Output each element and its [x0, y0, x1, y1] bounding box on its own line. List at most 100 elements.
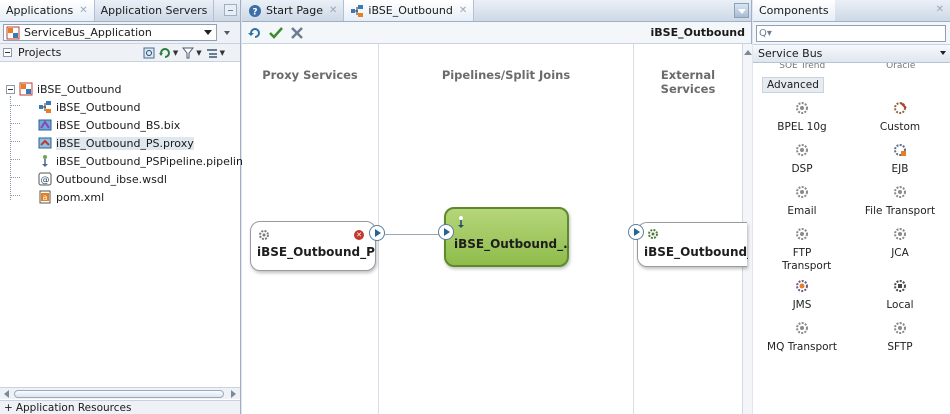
projects-header: Projects ▼ ▼ ▼: [0, 44, 240, 62]
tree-node-proxy-service[interactable]: iBSE_Outbound_PS.proxy: [0, 134, 240, 152]
overview-icon: [38, 100, 52, 114]
palette-search-input[interactable]: Q▾: [756, 24, 946, 42]
gear-icon: [892, 320, 908, 336]
collapse-icon[interactable]: [6, 84, 15, 94]
tab-components[interactable]: Components: [753, 0, 835, 21]
palette-item-ejb[interactable]: EJB: [851, 137, 949, 179]
proxy-service-node[interactable]: ✕ iBSE_Outbound_PS: [250, 221, 376, 271]
tab-applications[interactable]: Applications ✕: [0, 0, 95, 21]
refresh-icon[interactable]: [248, 26, 262, 40]
palette-item-local[interactable]: Local: [851, 273, 949, 315]
overview-icon: [350, 4, 364, 18]
lane-header: External Services: [660, 68, 716, 96]
close-icon[interactable]: ✕: [79, 5, 87, 16]
close-icon[interactable]: ✕: [936, 4, 944, 15]
palette-item-custom[interactable]: Custom: [851, 95, 949, 137]
editor-title: iBSE_Outbound: [650, 26, 746, 39]
palette-item-label: JCA: [891, 247, 909, 259]
palette-item-mq-transport[interactable]: MQ Transport: [753, 315, 851, 357]
palette-item-dsp[interactable]: DSP: [753, 137, 851, 179]
projects-label[interactable]: Projects: [18, 46, 61, 59]
tree-label: iBSE_Outbound: [56, 100, 141, 114]
palette-section-advanced[interactable]: Advanced: [762, 77, 824, 93]
palette-item-file-transport[interactable]: File Transport: [851, 179, 949, 221]
tree-node-pom[interactable]: a pom.xml: [0, 188, 240, 206]
project-tree: iBSE_Outbound iBSE_Outbound iBSE_Outboun…: [0, 80, 250, 206]
palette-page-selector[interactable]: Service Bus: [753, 45, 950, 63]
collapse-icon[interactable]: [3, 48, 12, 57]
svg-text:?: ?: [252, 7, 257, 17]
tree-guide: [10, 105, 20, 106]
application-menu-button[interactable]: [220, 24, 234, 41]
left-tabbar: Applications ✕ Application Servers: [0, 0, 240, 22]
tab-start-page[interactable]: ? Start Page ✕: [242, 0, 345, 21]
tab-ibse-outbound[interactable]: iBSE_Outbound ✕: [344, 0, 475, 21]
scroll-right-icon[interactable]: [231, 390, 236, 398]
application-selector[interactable]: ServiceBus_Application: [3, 24, 217, 41]
application-resources-header[interactable]: + Application Resources: [0, 400, 240, 414]
chevron-down-icon[interactable]: ▼: [196, 49, 201, 57]
palette-item-label: File Transport: [864, 205, 936, 217]
tab-label: Applications: [6, 4, 74, 17]
scroll-left-icon[interactable]: [4, 390, 9, 398]
palette-item-label: Local: [886, 299, 914, 311]
filter-icon[interactable]: [182, 47, 195, 59]
proxy-output-connector[interactable]: [369, 225, 385, 241]
wsdl-icon: @: [38, 172, 52, 186]
close-icon[interactable]: ✕: [459, 5, 467, 16]
help-icon: ?: [248, 4, 262, 18]
chevron-down-icon[interactable]: ▼: [173, 49, 178, 57]
lane-header: Pipelines/Split Joins: [441, 68, 571, 82]
tree-guide: [10, 123, 20, 124]
palette-item-label: JMS: [792, 299, 812, 311]
tree-label: iBSE_Outbound_PSPipeline.pipeline: [56, 154, 250, 168]
working-sets-icon[interactable]: [206, 47, 218, 59]
palette-item-ftp-transport[interactable]: FTP Transport: [753, 221, 851, 273]
expand-icon[interactable]: +: [4, 402, 13, 414]
palette-item-jms[interactable]: JMS: [753, 273, 851, 315]
chevron-down-icon[interactable]: ▼: [220, 49, 225, 57]
projects-toolbar: ▼ ▼ ▼: [143, 47, 225, 59]
editor-toolbar: iBSE_Outbound: [242, 22, 751, 44]
svg-text:@: @: [41, 176, 50, 186]
tree-node-wsdl[interactable]: @ Outbound_ibse.wsdl: [0, 170, 240, 188]
validate-icon[interactable]: [269, 26, 283, 40]
close-icon[interactable]: ✕: [329, 5, 337, 16]
palette-item-jca[interactable]: JCA: [851, 221, 949, 273]
palette-item-email[interactable]: Email: [753, 179, 851, 221]
tab-application-servers[interactable]: Application Servers: [95, 0, 215, 21]
delete-icon[interactable]: [290, 26, 304, 40]
cut-item-label: Oracle: [886, 63, 916, 71]
gear-icon: [892, 184, 908, 200]
palette-item-label: MQ Transport: [767, 341, 837, 353]
scrollbar-thumb[interactable]: [14, 390, 224, 398]
refresh-icon[interactable]: [158, 47, 171, 59]
gear-icon: [794, 142, 810, 158]
tree-guide: [10, 141, 20, 142]
tree-label: iBSE_Outbound_PS.proxy: [56, 136, 194, 150]
browse-icon[interactable]: [143, 47, 155, 59]
tree-node-business-service[interactable]: iBSE_Outbound_BS.bix: [0, 116, 240, 134]
tree-guide: [10, 159, 20, 160]
gear-icon: [257, 228, 271, 242]
pipeline-node[interactable]: iBSE_Outbound_...: [444, 207, 569, 267]
tree-node-project[interactable]: iBSE_Outbound: [0, 80, 240, 98]
composite-canvas[interactable]: Proxy Services Pipelines/Split Joins Ext…: [242, 44, 752, 414]
project-icon: [19, 82, 33, 96]
tree-node-overview[interactable]: iBSE_Outbound: [0, 98, 240, 116]
business-service-node[interactable]: iBSE_Outbound_I: [637, 222, 748, 267]
search-icon: Q▾: [759, 27, 772, 39]
pipeline-input-connector[interactable]: [438, 224, 454, 240]
tab-list-button[interactable]: [734, 3, 749, 18]
palette-item-bpel[interactable]: BPEL 10g: [753, 95, 851, 137]
application-selector-value: ServiceBus_Application: [24, 26, 152, 39]
gear-icon: [794, 226, 810, 242]
horizontal-scrollbar[interactable]: [0, 387, 240, 399]
minimize-button[interactable]: [224, 4, 237, 16]
palette-search-row: Q▾: [753, 22, 950, 45]
business-service-input-connector[interactable]: [628, 224, 644, 240]
error-icon: ✕: [354, 230, 364, 240]
palette-item-sftp[interactable]: SFTP: [851, 315, 949, 357]
tree-node-pipeline[interactable]: iBSE_Outbound_PSPipeline.pipeline: [0, 152, 250, 170]
palette-grid: BPEL 10g Custom DSP EJB Email File Trans…: [753, 95, 950, 357]
